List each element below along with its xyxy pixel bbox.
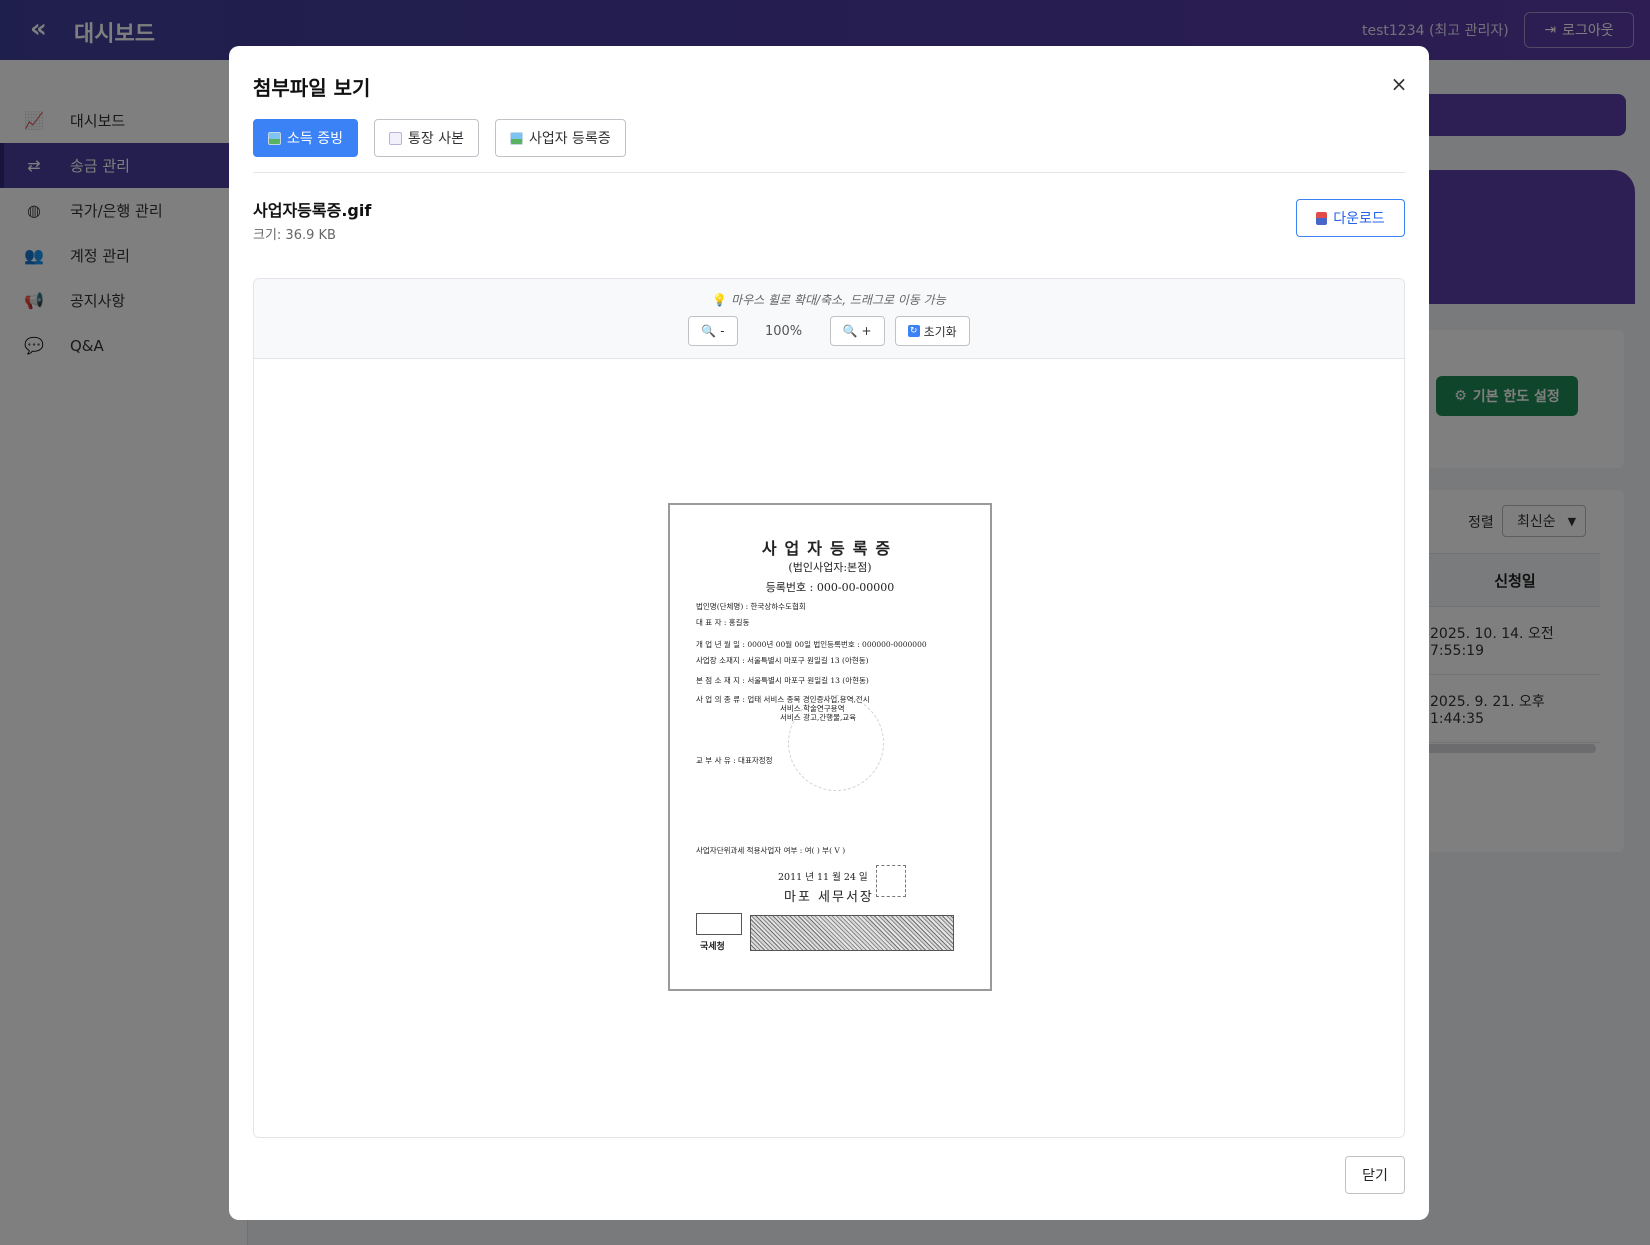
doc-box — [696, 913, 742, 935]
attachment-tabs: 소득 증빙 통장 사본 사업자 등록증 — [253, 119, 626, 157]
doc-line: 교 부 사 유 : 대표자정정 — [696, 756, 773, 765]
viewer-hint: 💡 마우스 휠로 확대/축소, 드래그로 이동 가능 — [254, 291, 1404, 308]
modal-title: 첨부파일 보기 — [253, 76, 371, 100]
divider — [253, 172, 1405, 173]
zoom-level: 100% — [764, 323, 803, 339]
doc-line: 사업자단위과세 적용사업자 여부 : 여( ) 부( V ) — [696, 846, 846, 855]
reset-zoom-button[interactable]: ↻ 초기화 — [894, 316, 970, 346]
reset-label: 초기화 — [923, 324, 957, 339]
official-stamp — [876, 865, 906, 897]
download-label: 다운로드 — [1333, 211, 1385, 227]
doc-line: 법인명(단체명) : 한국상하수도협회 — [696, 602, 806, 611]
doc-title: 사업자등록증 — [761, 539, 899, 558]
tab-label: 소득 증빙 — [287, 131, 343, 147]
image-viewer: 💡 마우스 휠로 확대/축소, 드래그로 이동 가능 🔍 - 100% 🔍 + ↻… — [253, 278, 1405, 1138]
lightbulb-icon: 💡 — [712, 293, 728, 307]
image-icon — [268, 131, 281, 145]
close-button[interactable]: 닫기 — [1345, 1156, 1405, 1194]
image-canvas[interactable]: 사업자등록증 (법인사업자:본점) 등록번호 : 000-00-00000 법인… — [254, 360, 1404, 1137]
tab-bankbook-copy[interactable]: 통장 사본 — [373, 119, 479, 157]
attachment-modal: 첨부파일 보기 × 소득 증빙 통장 사본 사업자 등록증 사업자등록증.gif… — [229, 46, 1429, 1220]
zoom-in-icon: 🔍 — [842, 324, 858, 338]
doc-line: 개 업 년 월 일 : 0000년 00월 00일 법인등록번호 : 00000… — [696, 640, 927, 649]
close-icon[interactable]: × — [1389, 72, 1409, 96]
doc-issuer: 국세청 — [700, 942, 725, 952]
tab-label: 통장 사본 — [407, 131, 464, 147]
doc-line: 대 표 자 : 홍길동 — [696, 618, 750, 627]
image-icon — [509, 131, 523, 145]
attachment-image[interactable]: 사업자등록증 (법인사업자:본점) 등록번호 : 000-00-00000 법인… — [668, 503, 992, 991]
zoom-out-button[interactable]: 🔍 - — [688, 316, 738, 346]
doc-line: 본 점 소 재 지 : 서울특별시 마포구 원일길 13 (아현동) — [696, 676, 869, 685]
file-size: 크기: 36.9 KB — [253, 228, 336, 243]
zoom-controls: 🔍 - 100% 🔍 + ↻ 초기화 — [254, 316, 1404, 346]
doc-line: 서비스 광고,간행물,교육 — [780, 713, 857, 722]
doc-office: 마포 세무서장 — [784, 890, 874, 905]
zoom-out-label: - — [720, 324, 725, 338]
file-name: 사업자등록증.gif — [253, 201, 372, 220]
doc-date: 2011 년 11 월 24 일 — [778, 872, 868, 883]
viewer-toolbar: 💡 마우스 휠로 확대/축소, 드래그로 이동 가능 🔍 - 100% 🔍 + ↻… — [254, 279, 1404, 359]
zoom-out-icon: 🔍 — [701, 324, 717, 338]
viewer-hint-text: 마우스 휠로 확대/축소, 드래그로 이동 가능 — [731, 293, 946, 307]
tab-income-proof[interactable]: 소득 증빙 — [253, 119, 358, 157]
tab-business-license[interactable]: 사업자 등록증 — [494, 119, 626, 157]
download-button[interactable]: 다운로드 — [1296, 199, 1405, 237]
business-license-document: 사업자등록증 (법인사업자:본점) 등록번호 : 000-00-00000 법인… — [670, 505, 990, 989]
document-icon — [388, 131, 402, 145]
doc-reg-no: 등록번호 : 000-00-00000 — [765, 581, 895, 594]
refresh-icon: ↻ — [907, 325, 920, 337]
doc-line: 사업장 소재지 : 서울특별시 마포구 원일길 13 (아현동) — [696, 656, 869, 665]
download-icon — [1316, 211, 1328, 225]
tab-label: 사업자 등록증 — [528, 131, 611, 147]
zoom-in-label: + — [861, 324, 872, 338]
doc-subtitle: (법인사업자:본점) — [788, 561, 872, 574]
doc-barcode — [750, 915, 954, 951]
zoom-in-button[interactable]: 🔍 + — [829, 316, 885, 346]
